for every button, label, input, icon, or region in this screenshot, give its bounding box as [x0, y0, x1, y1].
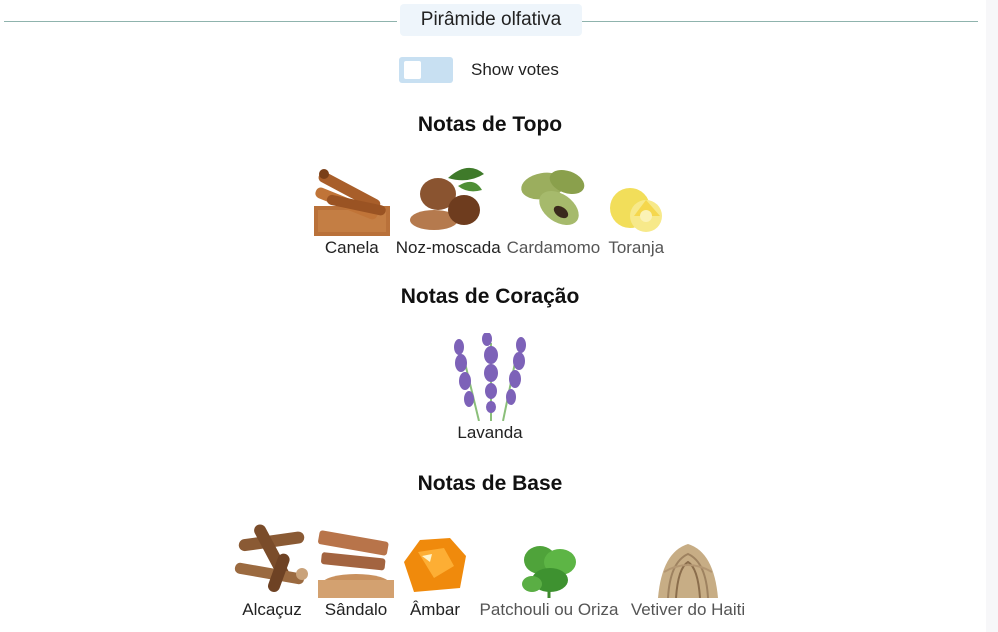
- note-label: Toranja: [608, 238, 665, 257]
- note-ambar[interactable]: Âmbar: [400, 522, 470, 620]
- note-label: Cardamomo: [506, 238, 601, 257]
- divider-line-left: [4, 21, 397, 22]
- amber-icon: [404, 538, 466, 592]
- toggle-knob: [404, 61, 421, 79]
- note-label: Âmbar: [409, 600, 461, 619]
- heart-notes-heading: Notas de Coração: [400, 285, 580, 308]
- show-votes-row: Show votes: [399, 56, 559, 84]
- scrollbar-track[interactable]: [986, 0, 998, 632]
- note-lavanda[interactable]: Lavanda: [447, 333, 533, 443]
- note-patchouli[interactable]: Patchouli ou Oriza: [476, 522, 622, 620]
- note-sandalo[interactable]: Sândalo: [318, 522, 394, 620]
- note-label: Lavanda: [457, 423, 523, 442]
- heart-notes-row: Lavanda: [0, 333, 980, 443]
- note-alcacuz[interactable]: Alcaçuz: [232, 522, 312, 620]
- sandalwood-icon: [318, 530, 394, 598]
- lavender-icon: [454, 333, 526, 421]
- note-label: Canela: [324, 238, 379, 257]
- note-canela[interactable]: Canela: [313, 160, 390, 258]
- show-votes-label: Show votes: [471, 60, 559, 79]
- note-noz-moscada[interactable]: Noz-moscada: [396, 160, 501, 258]
- note-cardamomo[interactable]: Cardamomo: [506, 160, 601, 258]
- vetiver-icon: [658, 544, 718, 598]
- base-notes-heading: Notas de Base: [417, 472, 563, 495]
- top-notes-heading: Notas de Topo: [417, 113, 563, 136]
- licorice-icon: [234, 524, 308, 593]
- note-vetiver[interactable]: Vetiver do Haiti: [628, 522, 748, 620]
- note-label: Vetiver do Haiti: [630, 600, 746, 619]
- top-notes-row: Canela Noz-moscada Cardamomo Toranja: [0, 160, 980, 258]
- show-votes-toggle[interactable]: [399, 57, 453, 83]
- note-label: Patchouli ou Oriza: [479, 600, 619, 619]
- cardamom-icon: [521, 169, 585, 226]
- note-label: Noz-moscada: [395, 238, 501, 257]
- cinnamon-icon: [313, 169, 390, 236]
- note-label: Alcaçuz: [242, 600, 302, 619]
- base-notes-row: Alcaçuz Sândalo Âmbar Patchouli ou Oriza…: [0, 522, 980, 620]
- patchouli-icon: [522, 546, 576, 598]
- note-toranja[interactable]: Toranja: [606, 160, 666, 258]
- divider-line-right: [582, 21, 978, 22]
- grapefruit-icon: [610, 188, 663, 232]
- note-label: Sândalo: [324, 600, 388, 619]
- nutmeg-icon: [410, 167, 485, 230]
- pyramid-header: Pirâmide olfativa: [4, 4, 978, 38]
- pyramid-title: Pirâmide olfativa: [400, 4, 582, 36]
